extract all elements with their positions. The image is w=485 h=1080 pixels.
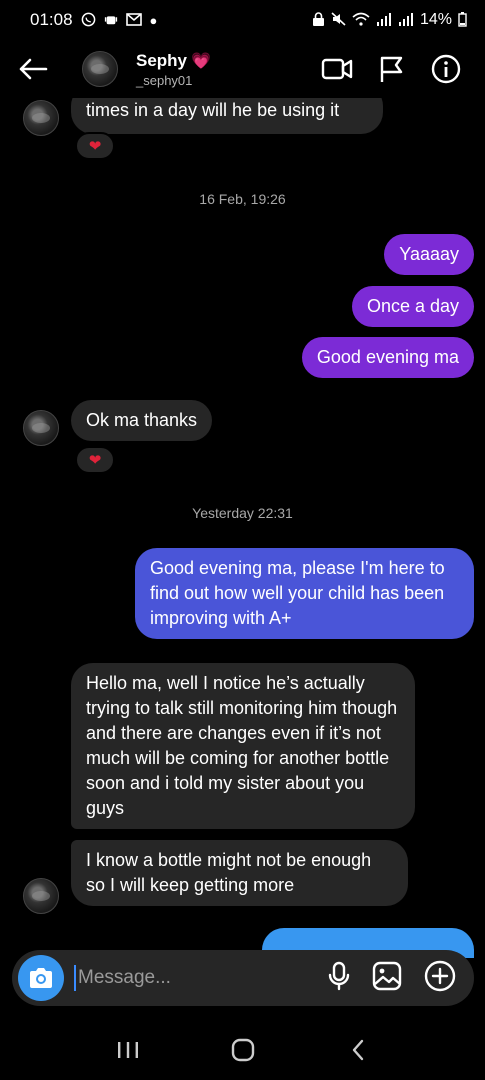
recent-apps-button[interactable] [98, 1025, 158, 1075]
info-button[interactable] [431, 54, 461, 84]
back-button[interactable] [18, 57, 58, 81]
message-row-outgoing: Once a day [351, 286, 474, 327]
flag-icon [380, 56, 403, 82]
message-row-incoming: Hello ma, well I notice he’s actually tr… [71, 663, 415, 829]
contact-name: Sephy 💗 [136, 50, 211, 70]
message-row-incoming: times in a day will he be using it [71, 98, 383, 134]
message-avatar[interactable] [23, 100, 59, 136]
timestamp: Yesterday 22:31 [192, 505, 293, 521]
message-row-outgoing: Yaaaay [384, 234, 474, 275]
status-time: 01:08 [30, 10, 73, 29]
notification-dot-icon: ● [149, 12, 158, 28]
video-camera-icon [321, 58, 353, 80]
status-bar: 01:08 ● 14% [0, 0, 485, 40]
message-bubble-incoming[interactable]: I know a bottle might not be enough so I… [71, 840, 408, 906]
wifi-icon [352, 12, 370, 28]
chat-header: Sephy 💗 _sephy01 [0, 40, 485, 98]
signal-icon [376, 12, 392, 28]
message-row-incoming: I know a bottle might not be enough so I… [71, 840, 408, 906]
heart-reaction-icon[interactable]: ❤ [75, 446, 115, 474]
avatar[interactable] [82, 51, 118, 87]
message-bubble-outgoing[interactable]: Yaaaay [384, 234, 474, 275]
lock-icon [312, 12, 325, 28]
android-icon [104, 12, 118, 28]
message-row-incoming: Ok ma thanks [71, 400, 213, 441]
more-options-button[interactable] [424, 960, 456, 997]
gallery-button[interactable] [372, 961, 402, 996]
image-icon [372, 961, 402, 990]
message-bubble-incoming[interactable]: times in a day will he be using it [71, 98, 383, 134]
signal-icon-2 [398, 12, 414, 28]
system-nav-bar [0, 1020, 485, 1080]
message-bubble-outgoing[interactable]: Good evening ma [301, 337, 474, 378]
contact-handle: _sephy01 [136, 72, 193, 88]
recent-apps-icon [117, 1042, 138, 1058]
heart-reaction-icon[interactable]: ❤ [75, 132, 115, 160]
mute-icon [331, 12, 346, 28]
message-avatar[interactable] [23, 410, 59, 446]
home-icon [231, 1038, 254, 1062]
camera-icon [30, 968, 52, 988]
message-avatar[interactable] [23, 878, 59, 914]
report-button[interactable] [379, 55, 405, 83]
video-call-button[interactable] [321, 57, 353, 81]
message-bubble-outgoing[interactable]: Good evening ma, please I'm here to find… [135, 548, 474, 639]
message-bubble-outgoing[interactable]: Once a day [351, 286, 474, 327]
message-bubble-incoming[interactable]: Hello ma, well I notice he’s actually tr… [71, 663, 415, 829]
message-input[interactable] [74, 965, 328, 991]
pink-heart-icon: 💗 [191, 52, 211, 70]
battery-icon [458, 11, 467, 29]
gmail-icon [125, 12, 142, 28]
arrow-left-icon [19, 58, 48, 80]
home-button[interactable] [213, 1025, 273, 1075]
message-row-outgoing: Good evening ma, please I'm here to find… [135, 548, 474, 639]
whatsapp-icon [81, 12, 96, 29]
timestamp: 16 Feb, 19:26 [199, 191, 286, 207]
system-back-button[interactable] [328, 1025, 388, 1075]
message-bubble-incoming[interactable]: Ok ma thanks [71, 400, 213, 441]
user-info[interactable]: Sephy 💗 _sephy01 [136, 51, 211, 88]
message-composer [12, 950, 474, 1006]
message-thread[interactable]: times in a day will he be using it ❤ 16 … [0, 98, 485, 940]
microphone-icon [328, 961, 350, 990]
battery-percent: 14% [419, 11, 452, 28]
info-icon [431, 54, 461, 84]
message-row-outgoing: Good evening ma [301, 337, 474, 378]
plus-circle-icon [424, 960, 456, 991]
camera-button[interactable] [18, 955, 64, 1001]
chevron-left-icon [352, 1039, 363, 1061]
voice-message-button[interactable] [328, 961, 350, 996]
